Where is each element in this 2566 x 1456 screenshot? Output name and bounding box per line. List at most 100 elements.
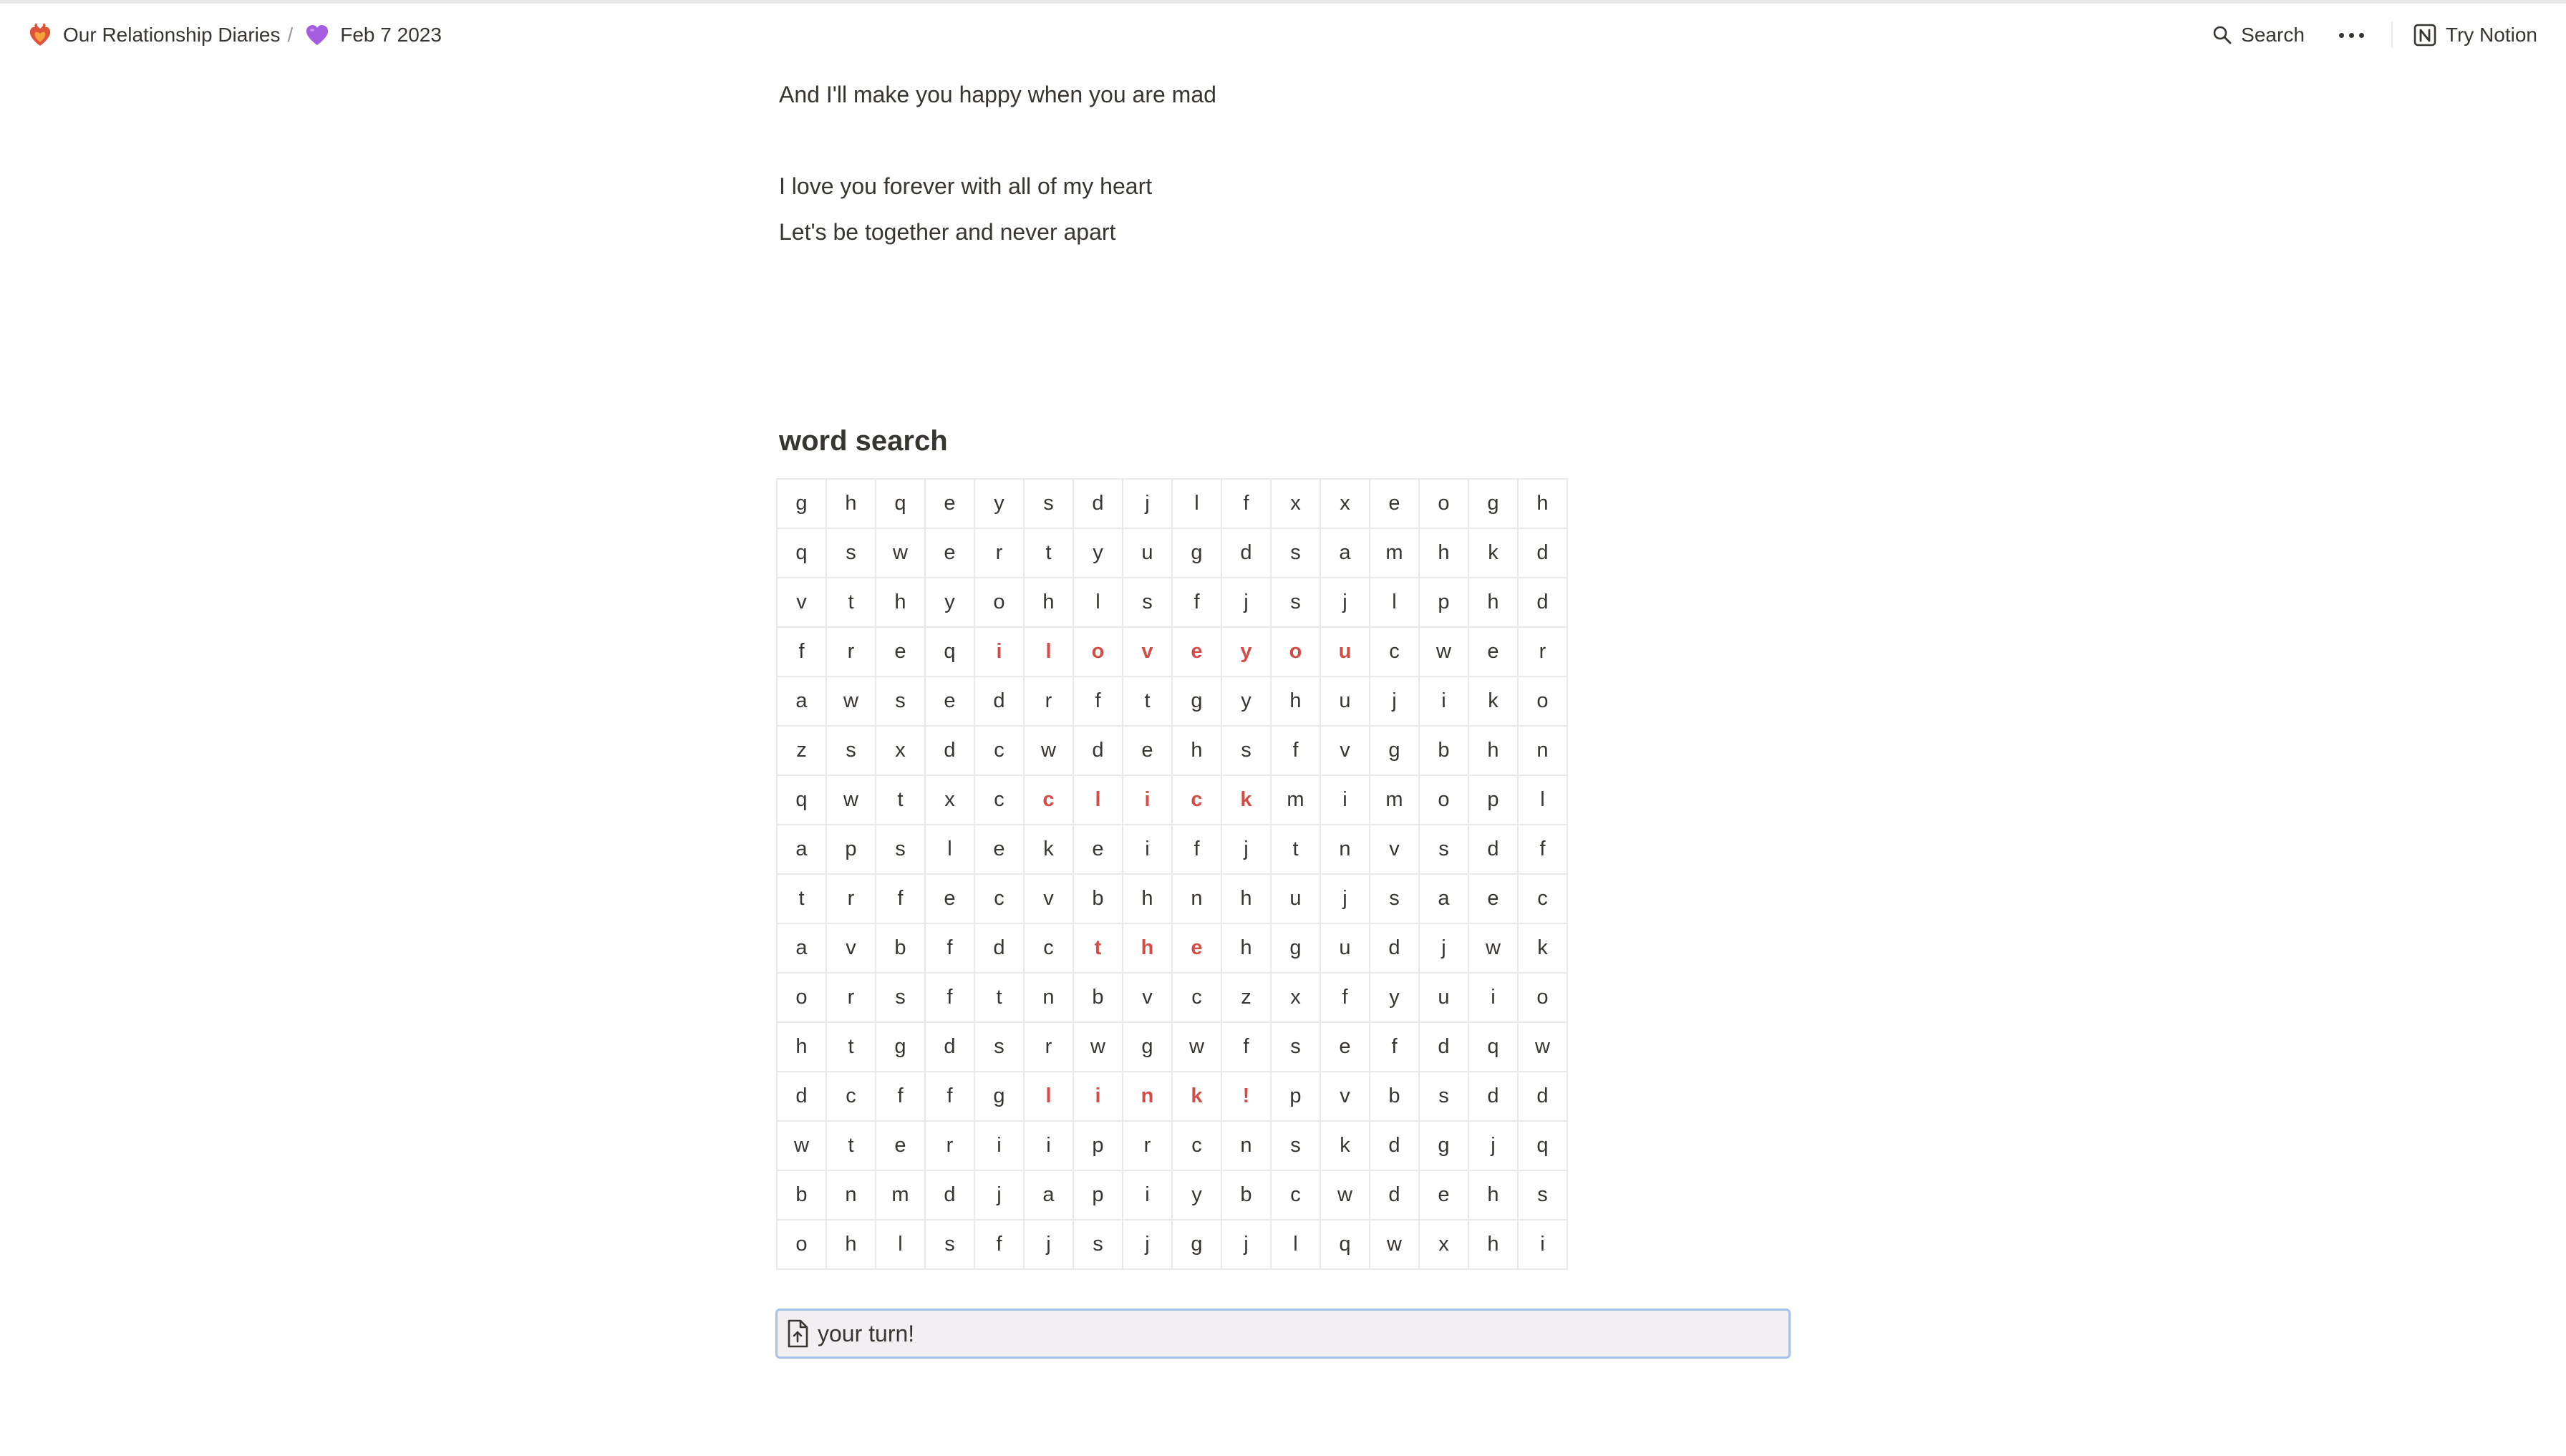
grid-cell[interactable]: s: [1517, 1170, 1568, 1220]
grid-cell[interactable]: c: [974, 873, 1025, 924]
grid-cell[interactable]: g: [776, 478, 827, 529]
grid-cell[interactable]: t: [1023, 528, 1074, 578]
grid-cell[interactable]: s: [875, 676, 926, 727]
grid-cell[interactable]: l: [875, 1219, 926, 1270]
grid-cell[interactable]: b: [776, 1170, 827, 1220]
grid-cell[interactable]: g: [1171, 1219, 1222, 1270]
grid-cell[interactable]: e: [1122, 725, 1173, 776]
grid-cell[interactable]: o: [1418, 775, 1469, 825]
grid-cell[interactable]: g: [974, 1071, 1025, 1122]
grid-cell[interactable]: m: [1369, 528, 1420, 578]
grid-cell[interactable]: e: [1320, 1021, 1370, 1072]
grid-cell[interactable]: a: [776, 676, 827, 727]
grid-cell[interactable]: f: [924, 972, 975, 1023]
grid-cell[interactable]: s: [1221, 725, 1272, 776]
grid-cell[interactable]: g: [1418, 1120, 1469, 1171]
grid-cell[interactable]: o: [1517, 972, 1568, 1023]
grid-cell[interactable]: i: [1122, 824, 1173, 875]
grid-cell[interactable]: l: [924, 824, 975, 875]
grid-cell[interactable]: m: [1369, 775, 1420, 825]
grid-cell[interactable]: d: [1517, 1071, 1568, 1122]
grid-cell[interactable]: b: [875, 923, 926, 974]
grid-cell[interactable]: u: [1320, 923, 1370, 974]
grid-cell[interactable]: d: [974, 676, 1025, 727]
grid-cell[interactable]: n: [1221, 1120, 1272, 1171]
grid-cell[interactable]: g: [1270, 923, 1321, 974]
grid-cell[interactable]: d: [974, 923, 1025, 974]
grid-cell[interactable]: f: [1320, 972, 1370, 1023]
grid-cell[interactable]: f: [1270, 725, 1321, 776]
grid-cell[interactable]: h: [1122, 923, 1173, 974]
grid-cell[interactable]: i: [1517, 1219, 1568, 1270]
grid-cell[interactable]: i: [1023, 1120, 1074, 1171]
grid-cell[interactable]: v: [826, 923, 876, 974]
grid-cell[interactable]: f: [924, 1071, 975, 1122]
grid-cell[interactable]: o: [1270, 626, 1321, 677]
grid-cell[interactable]: a: [1418, 873, 1469, 924]
try-notion-button[interactable]: Try Notion: [2406, 19, 2545, 52]
grid-cell[interactable]: j: [1221, 824, 1272, 875]
grid-cell[interactable]: m: [875, 1170, 926, 1220]
grid-cell[interactable]: u: [1122, 528, 1173, 578]
breadcrumb-item-current[interactable]: Feb 7 2023: [299, 19, 447, 51]
breadcrumb-item-parent[interactable]: Our Relationship Diaries: [21, 19, 286, 51]
grid-cell[interactable]: h: [1023, 577, 1074, 628]
grid-cell[interactable]: i: [1320, 775, 1370, 825]
grid-cell[interactable]: s: [826, 528, 876, 578]
grid-cell[interactable]: j: [1320, 873, 1370, 924]
grid-cell[interactable]: x: [1418, 1219, 1469, 1270]
grid-cell[interactable]: p: [1270, 1071, 1321, 1122]
grid-cell[interactable]: h: [1270, 676, 1321, 727]
grid-cell[interactable]: b: [1418, 725, 1469, 776]
grid-cell[interactable]: c: [1270, 1170, 1321, 1220]
grid-cell[interactable]: n: [1122, 1071, 1173, 1122]
grid-cell[interactable]: t: [826, 1120, 876, 1171]
grid-cell[interactable]: d: [1369, 1120, 1420, 1171]
grid-cell[interactable]: u: [1320, 626, 1370, 677]
grid-cell[interactable]: f: [875, 1071, 926, 1122]
grid-cell[interactable]: o: [1073, 626, 1123, 677]
grid-cell[interactable]: i: [974, 626, 1025, 677]
grid-cell[interactable]: c: [1023, 923, 1074, 974]
grid-cell[interactable]: q: [776, 775, 827, 825]
grid-cell[interactable]: u: [1418, 972, 1469, 1023]
grid-cell[interactable]: g: [1171, 528, 1222, 578]
grid-cell[interactable]: o: [974, 577, 1025, 628]
grid-cell[interactable]: v: [776, 577, 827, 628]
grid-cell[interactable]: d: [1221, 528, 1272, 578]
grid-cell[interactable]: n: [1517, 725, 1568, 776]
grid-cell[interactable]: g: [875, 1021, 926, 1072]
grid-cell[interactable]: u: [1320, 676, 1370, 727]
grid-cell[interactable]: g: [1369, 725, 1420, 776]
grid-cell[interactable]: d: [924, 1021, 975, 1072]
grid-cell[interactable]: t: [1073, 923, 1123, 974]
text-line[interactable]: And I'll make you happy when you are mad: [779, 72, 1796, 117]
grid-cell[interactable]: y: [1369, 972, 1420, 1023]
grid-cell[interactable]: r: [974, 528, 1025, 578]
grid-cell[interactable]: h: [1468, 1219, 1519, 1270]
your-turn-page-link[interactable]: your turn!: [775, 1309, 1791, 1359]
grid-cell[interactable]: s: [875, 824, 926, 875]
grid-cell[interactable]: d: [924, 1170, 975, 1220]
grid-cell[interactable]: s: [1418, 1071, 1469, 1122]
grid-cell[interactable]: n: [826, 1170, 876, 1220]
grid-cell[interactable]: j: [1320, 577, 1370, 628]
grid-cell[interactable]: l: [1171, 478, 1222, 529]
grid-cell[interactable]: l: [1073, 775, 1123, 825]
grid-cell[interactable]: c: [826, 1071, 876, 1122]
grid-cell[interactable]: e: [875, 1120, 926, 1171]
grid-cell[interactable]: k: [1023, 824, 1074, 875]
grid-cell[interactable]: e: [1418, 1170, 1469, 1220]
grid-cell[interactable]: t: [776, 873, 827, 924]
grid-cell[interactable]: s: [1418, 824, 1469, 875]
grid-cell[interactable]: w: [1418, 626, 1469, 677]
grid-cell[interactable]: s: [1122, 577, 1173, 628]
grid-cell[interactable]: k: [1517, 923, 1568, 974]
grid-cell[interactable]: d: [1517, 528, 1568, 578]
grid-cell[interactable]: a: [776, 923, 827, 974]
grid-cell[interactable]: f: [974, 1219, 1025, 1270]
grid-cell[interactable]: h: [776, 1021, 827, 1072]
grid-cell[interactable]: o: [1418, 478, 1469, 529]
grid-cell[interactable]: z: [776, 725, 827, 776]
grid-cell[interactable]: c: [1171, 972, 1222, 1023]
